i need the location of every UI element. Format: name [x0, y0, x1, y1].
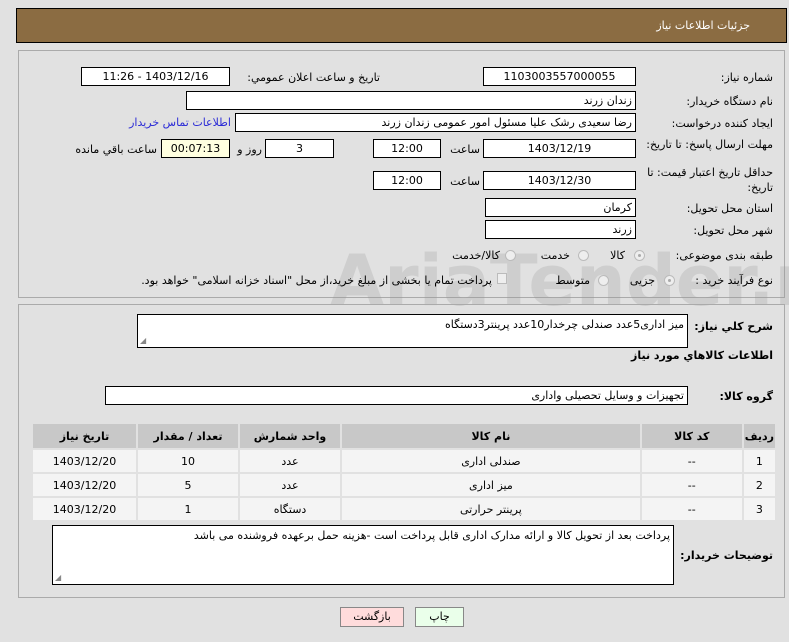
- category-both-label: کالا/خدمت: [452, 249, 500, 262]
- back-button[interactable]: بازگشت: [340, 607, 404, 627]
- resize-grip-icon[interactable]: ◢: [140, 336, 146, 345]
- cell: دستگاه: [240, 498, 340, 520]
- buyer-org-field[interactable]: زندان زرند: [186, 91, 636, 110]
- need-number-label: شماره نیاز:: [720, 71, 773, 84]
- table-row: 2 -- میز اداری عدد 5 1403/12/20: [33, 474, 775, 496]
- cell: صندلی اداری: [342, 450, 640, 472]
- col-date: تاريخ نياز: [33, 424, 136, 448]
- cell: عدد: [240, 450, 340, 472]
- col-code: كد كالا: [641, 424, 742, 448]
- validity-date-field[interactable]: 1403/12/30: [483, 171, 636, 190]
- category-goods-radio[interactable]: [634, 250, 645, 261]
- days-remaining-field[interactable]: 3: [265, 139, 334, 158]
- description-text: میز اداری5عدد صندلی چرخدار10عدد پرینتر3د…: [445, 318, 684, 331]
- description-label: شرح کلي نياز:: [694, 320, 773, 333]
- province-label: استان محل تحویل:: [686, 202, 773, 215]
- treasury-payment-checkbox[interactable]: [497, 273, 507, 284]
- resize-grip-icon[interactable]: ◢: [55, 573, 61, 582]
- page-header: جزئيات اطلاعات نياز: [16, 8, 787, 43]
- deadline-date-field[interactable]: 1403/12/19: [483, 139, 636, 158]
- process-minor-radio[interactable]: [664, 275, 675, 286]
- time-remaining-label: ساعت باقي مانده: [75, 143, 157, 156]
- cell: 10: [138, 450, 238, 472]
- buyer-notes-label: توضیحات خریدار:: [680, 549, 773, 562]
- deadline-label: مهلت ارسال پاسخ: تا تاریخ:: [646, 138, 773, 151]
- col-unit: واحد شمارش: [240, 424, 340, 448]
- deadline-time-field[interactable]: 12:00: [373, 139, 441, 158]
- cell: میز اداری: [342, 474, 640, 496]
- treasury-payment-note: پرداخت تمام یا بخشی از مبلغ خرید،از محل …: [141, 274, 492, 287]
- category-label: طبقه بندی موضوعی:: [675, 249, 773, 262]
- category-service-label: خدمت: [540, 249, 570, 262]
- deadline-time-label: ساعت: [450, 143, 480, 156]
- goods-group-field[interactable]: تجهیزات و وسایل تحصیلی واداری: [105, 386, 688, 405]
- city-label: شهر محل تحویل:: [693, 224, 773, 237]
- category-service-radio[interactable]: [578, 250, 589, 261]
- buyer-contact-link[interactable]: اطلاعات تماس خریدار: [129, 116, 231, 129]
- print-button[interactable]: چاپ: [415, 607, 464, 627]
- cell: --: [641, 450, 742, 472]
- cell: --: [641, 498, 742, 520]
- cell: 1403/12/20: [33, 450, 136, 472]
- goods-section-title: اطلاعات کالاهاي مورد نياز: [631, 349, 773, 362]
- process-medium-label: متوسط: [555, 274, 590, 287]
- time-remaining-field: 00:07:13: [161, 139, 230, 158]
- validity-time-field[interactable]: 12:00: [373, 171, 441, 190]
- col-name: نام كالا: [342, 424, 640, 448]
- col-row: رديف: [743, 424, 775, 448]
- table-row: 3 -- پرینتر حرارتی دستگاه 1 1403/12/20: [33, 498, 775, 520]
- cell: 1: [138, 498, 238, 520]
- table-row: 1 -- صندلی اداری عدد 10 1403/12/20: [33, 450, 775, 472]
- validity-label: حداقل تاریخ اعتبار قیمت: تا تاریخ:: [647, 166, 773, 194]
- announce-field[interactable]: 1403/12/16 - 11:26: [81, 67, 230, 86]
- cell: 1403/12/20: [33, 498, 136, 520]
- cell: 2: [743, 474, 775, 496]
- process-label: نوع فرآیند خرید :: [695, 274, 773, 287]
- creator-label: ایجاد کننده درخواست:: [671, 117, 773, 130]
- province-field[interactable]: کرمان: [485, 198, 636, 217]
- days-label: روز و: [237, 143, 262, 156]
- cell: 5: [138, 474, 238, 496]
- description-textarea[interactable]: میز اداری5عدد صندلی چرخدار10عدد پرینتر3د…: [137, 314, 688, 348]
- city-field[interactable]: زرند: [485, 220, 636, 239]
- announce-label: تاريخ و ساعت اعلان عمومي:: [247, 71, 380, 84]
- page-title: جزئيات اطلاعات نياز: [656, 19, 750, 32]
- validity-time-label: ساعت: [450, 175, 480, 188]
- goods-group-label: گروه کالا:: [719, 390, 773, 403]
- cell: عدد: [240, 474, 340, 496]
- process-medium-radio[interactable]: [598, 275, 609, 286]
- creator-field[interactable]: رضا سعیدی رشک علیا مسئول امور عمومی زندا…: [235, 113, 636, 132]
- buyer-org-label: نام دستگاه خریدار:: [686, 95, 773, 108]
- col-qty: تعداد / مقدار: [138, 424, 238, 448]
- category-goods-label: کالا: [610, 249, 625, 262]
- goods-table: رديف كد كالا نام كالا واحد شمارش تعداد /…: [31, 422, 777, 522]
- cell: 3: [743, 498, 775, 520]
- cell: پرینتر حرارتی: [342, 498, 640, 520]
- cell: 1403/12/20: [33, 474, 136, 496]
- buyer-notes-text: پرداخت بعد از تحویل کالا و ارائه مدارک ا…: [193, 529, 670, 542]
- need-number-field[interactable]: 1103003557000055: [483, 67, 636, 86]
- buyer-notes-textarea[interactable]: پرداخت بعد از تحویل کالا و ارائه مدارک ا…: [52, 525, 674, 585]
- cell: 1: [743, 450, 775, 472]
- cell: --: [641, 474, 742, 496]
- process-minor-label: جزیی: [629, 274, 655, 287]
- category-both-radio[interactable]: [505, 250, 516, 261]
